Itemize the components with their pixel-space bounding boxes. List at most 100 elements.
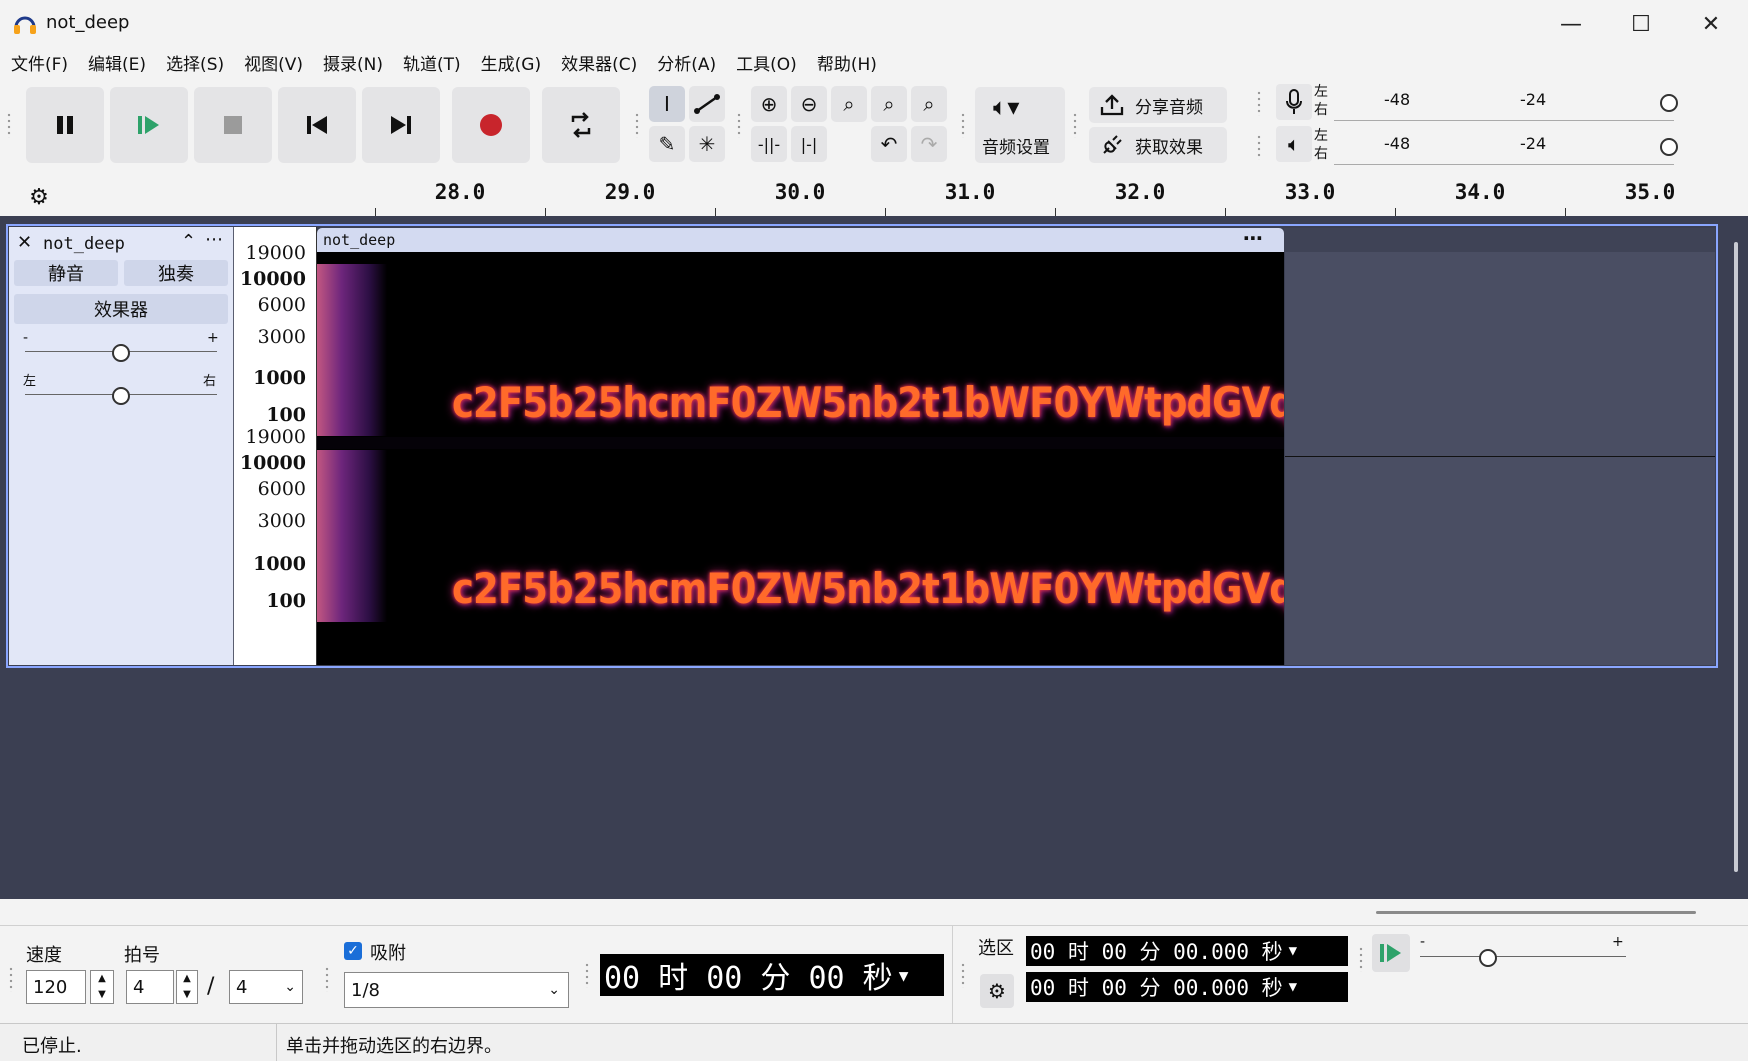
gain-slider-thumb[interactable] — [112, 344, 130, 362]
multi-tool-button[interactable]: ✳ — [689, 126, 725, 162]
timeline-ruler[interactable]: ⚙ 28.0 29.0 30.0 31.0 32.0 33.0 34.0 35.… — [0, 172, 1748, 217]
share-audio-button[interactable]: 分享音频 — [1089, 87, 1227, 123]
stop-button[interactable] — [194, 87, 272, 163]
selection-end-time[interactable]: 00 时 00 分 00.000 秒 ▼ — [1026, 972, 1348, 1002]
play-meter-grip[interactable] — [1256, 134, 1262, 160]
playback-level-meter[interactable]: -48 -24 — [1334, 130, 1678, 165]
record-meter-grip[interactable] — [1256, 90, 1262, 116]
record-level-meter[interactable]: -48 -24 — [1334, 86, 1678, 121]
horizontal-scrollbar-thumb[interactable] — [1376, 911, 1696, 914]
audio-setup-button[interactable]: 🔈︎▾ 音频设置 — [975, 87, 1065, 163]
playback-meter-button[interactable]: 🔈︎ — [1276, 126, 1312, 162]
track-menu-icon[interactable]: ⋯ — [205, 229, 223, 250]
minimize-button[interactable]: — — [1536, 0, 1606, 48]
menu-edit[interactable]: 编辑(E) — [78, 48, 156, 82]
tempo-input[interactable]: 120 — [26, 970, 86, 1004]
tempo-spinner[interactable]: ▲ ▼ — [90, 970, 114, 1004]
snap-select[interactable]: 1/8 ⌄ — [344, 972, 569, 1008]
menu-help[interactable]: 帮助(H) — [807, 48, 887, 82]
fit-selection-button[interactable]: ⌕ — [831, 86, 867, 122]
audio-setup-grip[interactable] — [960, 112, 966, 138]
play-button[interactable] — [110, 87, 188, 163]
clip-header[interactable]: not_deep ⋯ — [317, 226, 1284, 252]
fit-project-button[interactable]: ⌕ — [871, 86, 907, 122]
track-area[interactable]: ✕ not_deep ⌃ ⋯ 静音 独奏 效果器 - + 左 右 19000 1… — [0, 216, 1748, 899]
spectrogram-noise-top — [317, 264, 387, 436]
selection-start-time[interactable]: 00 时 00 分 00.000 秒 ▼ — [1026, 936, 1348, 966]
freq-label: 3000 — [257, 510, 306, 532]
time-display[interactable]: 00 时 00 分 00 秒 ▼ — [600, 954, 944, 996]
clip-menu-icon[interactable]: ⋯ — [1243, 226, 1263, 250]
maximize-button[interactable]: ☐ — [1606, 0, 1676, 48]
solo-button[interactable]: 独奏 — [124, 260, 228, 286]
pan-slider-thumb[interactable] — [112, 387, 130, 405]
speed-slider-track[interactable] — [1420, 956, 1626, 957]
play-at-speed-button[interactable] — [1372, 934, 1410, 972]
undo-button[interactable]: ↶ — [871, 126, 907, 162]
menu-generate[interactable]: 生成(G) — [471, 48, 551, 82]
menu-view[interactable]: 视图(V) — [234, 48, 313, 82]
redo-button[interactable]: ↷ — [911, 126, 947, 162]
silence-audio-button[interactable]: |-| — [791, 126, 827, 162]
snap-grip[interactable] — [324, 966, 330, 992]
time-signature-lower-select[interactable]: 4 ⌄ — [229, 970, 303, 1004]
zoom-out-button[interactable]: ⊖ — [791, 86, 827, 122]
tools-grip[interactable] — [634, 112, 640, 138]
menu-record[interactable]: 摄录(N) — [313, 48, 393, 82]
menu-effects[interactable]: 效果器(C) — [551, 48, 647, 82]
record-meter-button[interactable] — [1276, 84, 1312, 120]
snap-checkbox[interactable]: ✓ — [344, 942, 362, 960]
ruler-tick — [885, 208, 886, 216]
share-grip[interactable] — [1072, 112, 1078, 138]
time-grip[interactable] — [584, 962, 590, 988]
menu-select[interactable]: 选择(S) — [156, 48, 234, 82]
record-button[interactable] — [452, 87, 530, 163]
channel-right-label: 右 — [1314, 146, 1328, 162]
selection-settings-button[interactable]: ⚙ — [980, 974, 1014, 1008]
time-format-dropdown-icon[interactable]: ▼ — [1289, 979, 1297, 995]
speed-slider-thumb[interactable] — [1479, 949, 1497, 967]
menu-tracks[interactable]: 轨道(T) — [393, 48, 471, 82]
selection-tool-button[interactable]: Ⅰ — [649, 86, 685, 122]
zoom-in-button[interactable]: ⊕ — [751, 86, 787, 122]
toolbar-grip[interactable] — [6, 112, 12, 138]
menu-tools[interactable]: 工具(O) — [726, 48, 807, 82]
selection-grip[interactable] — [960, 962, 966, 988]
clip-name[interactable]: not_deep — [323, 231, 395, 249]
trim-audio-button[interactable]: -||- — [751, 126, 787, 162]
skip-to-end-button[interactable] — [362, 87, 440, 163]
timeline-settings-button[interactable]: ⚙ — [24, 182, 54, 212]
spectrogram-clip[interactable]: c2F5b25hcmF0ZW5nb2t1bWF0YWtpdGVqaWdva3U=… — [317, 252, 1284, 665]
close-track-icon[interactable]: ✕ — [17, 232, 32, 253]
vertical-scrollbar[interactable] — [1734, 242, 1738, 872]
tempo-grip[interactable] — [8, 966, 14, 992]
zoom-toggle-button[interactable]: ⌕ — [911, 86, 947, 122]
time-signature-spinner[interactable]: ▲ ▼ — [176, 970, 198, 1004]
tick-label: 32.0 — [1114, 180, 1166, 204]
play-icon — [1380, 944, 1401, 962]
edit-grip[interactable] — [736, 112, 742, 138]
playback-level-slider[interactable] — [1660, 138, 1678, 156]
collapse-track-icon[interactable]: ⌃ — [181, 231, 196, 252]
envelope-tool-button[interactable] — [689, 86, 725, 122]
draw-tool-button[interactable]: ✎ — [649, 126, 685, 162]
close-button[interactable]: ✕ — [1676, 0, 1746, 48]
get-effects-button[interactable]: 获取效果 — [1089, 127, 1227, 163]
time-signature-upper-input[interactable]: 4 — [126, 970, 174, 1004]
frequency-ruler[interactable]: 19000 10000 6000 3000 1000 100 19000 100… — [234, 227, 317, 665]
menu-file[interactable]: 文件(F) — [1, 48, 78, 82]
skip-to-start-button[interactable] — [278, 87, 356, 163]
time-format-dropdown-icon[interactable]: ▼ — [1289, 943, 1297, 959]
loop-button[interactable] — [542, 87, 620, 163]
horizontal-scrollbar[interactable] — [0, 899, 1748, 925]
pause-button[interactable] — [26, 87, 104, 163]
record-level-slider[interactable] — [1660, 94, 1678, 112]
menu-analyze[interactable]: 分析(A) — [647, 48, 726, 82]
track-control-panel[interactable]: ✕ not_deep ⌃ ⋯ 静音 独奏 效果器 - + 左 右 — [9, 227, 234, 665]
track-name[interactable]: not_deep — [43, 234, 125, 254]
track-effects-button[interactable]: 效果器 — [14, 294, 228, 324]
empty-track-region[interactable] — [1285, 252, 1715, 665]
play-at-speed-grip[interactable] — [1358, 946, 1364, 972]
mute-button[interactable]: 静音 — [14, 260, 118, 286]
time-format-dropdown-icon[interactable]: ▼ — [899, 966, 909, 985]
